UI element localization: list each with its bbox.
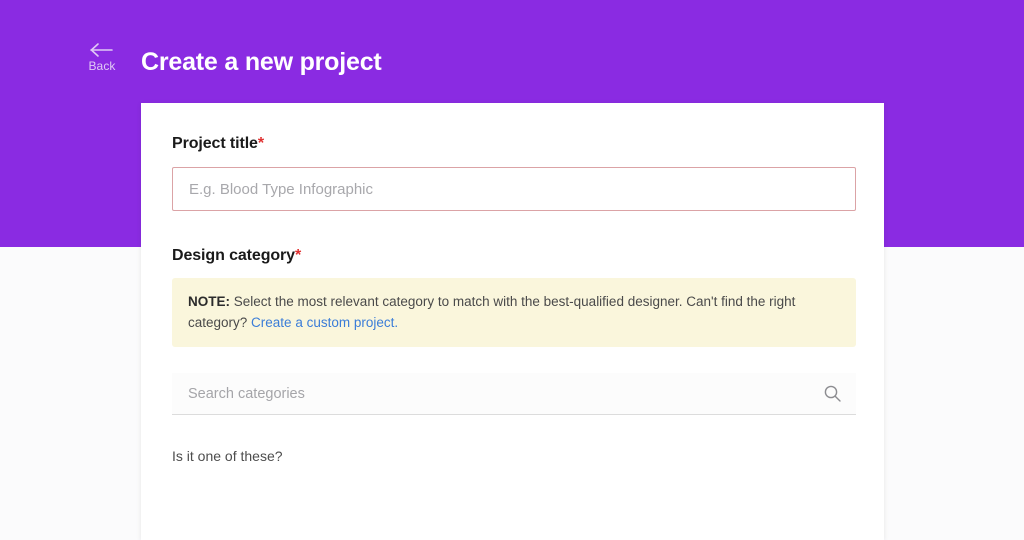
search-categories-input[interactable] <box>172 373 812 414</box>
search-icon[interactable] <box>823 384 842 403</box>
project-title-label-text: Project title <box>172 135 258 152</box>
project-title-label: Project title* <box>172 133 856 155</box>
note-prefix: NOTE: <box>188 294 230 309</box>
arrow-left-icon <box>89 42 115 58</box>
design-category-required-marker: * <box>295 247 302 264</box>
suggestions-prompt: Is it one of these? <box>172 448 283 464</box>
card-content: Project title* Design category* NOTE: Se… <box>172 133 856 466</box>
design-category-label: Design category* <box>172 245 856 267</box>
category-search-field <box>172 373 856 415</box>
back-label: Back <box>88 59 116 73</box>
project-title-input[interactable] <box>172 167 856 211</box>
create-custom-project-link[interactable]: Create a custom project. <box>251 315 398 330</box>
project-title-field-wrapper <box>172 167 856 211</box>
project-title-required-marker: * <box>257 135 264 152</box>
create-project-card: Project title* Design category* NOTE: Se… <box>141 103 884 540</box>
category-note-box: NOTE: Select the most relevant category … <box>172 278 856 347</box>
design-category-label-text: Design category <box>172 247 295 264</box>
page-title: Create a new project <box>141 48 382 76</box>
back-button[interactable]: Back <box>78 42 126 73</box>
